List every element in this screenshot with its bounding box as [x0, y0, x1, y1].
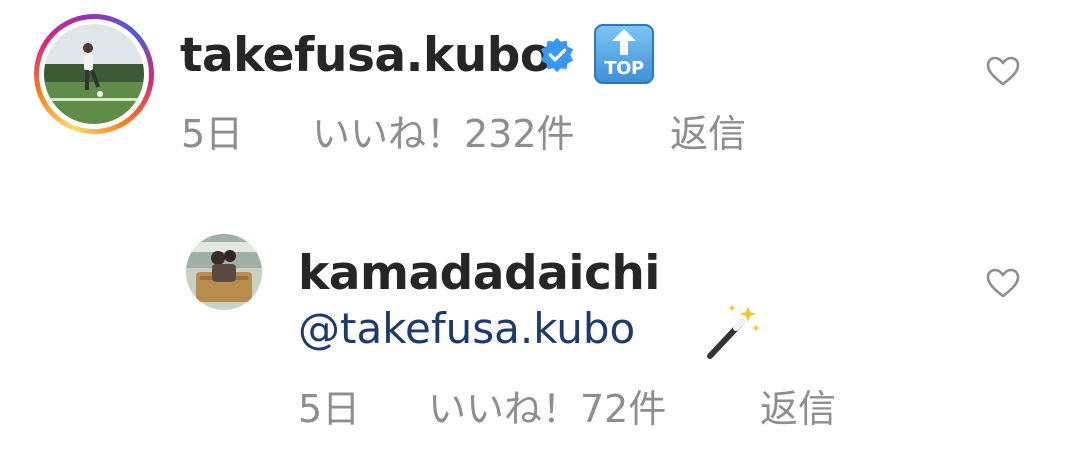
reply-timestamp: 5日 [298, 387, 361, 431]
verified-badge-icon [540, 37, 574, 73]
emoji-label: TOP [604, 58, 644, 79]
top-arrow-emoji-icon: TOP [594, 24, 654, 84]
mention-link[interactable]: @takefusa.kubo [298, 308, 635, 350]
comment-timestamp: 5日 [181, 112, 244, 156]
like-heart-icon[interactable] [986, 268, 1020, 298]
story-ring-avatar[interactable] [34, 14, 154, 134]
reply-username[interactable]: kamadadaichi [298, 250, 660, 297]
comment-thread: takefusa.kubo TOP 5日 いいね！232件 返信 kamadad… [0, 0, 1080, 454]
magic-wand-emoji-icon [707, 304, 760, 359]
like-heart-icon[interactable] [986, 56, 1020, 86]
reply-avatar[interactable] [186, 234, 262, 310]
avatar [44, 24, 144, 124]
reply-button[interactable]: 返信 [760, 390, 836, 428]
reply-button[interactable]: 返信 [670, 115, 746, 153]
comment-username[interactable]: takefusa.kubo [180, 32, 552, 79]
comment-like-count[interactable]: いいね！232件 [312, 115, 575, 153]
reply-like-count[interactable]: いいね！72件 [428, 390, 666, 428]
